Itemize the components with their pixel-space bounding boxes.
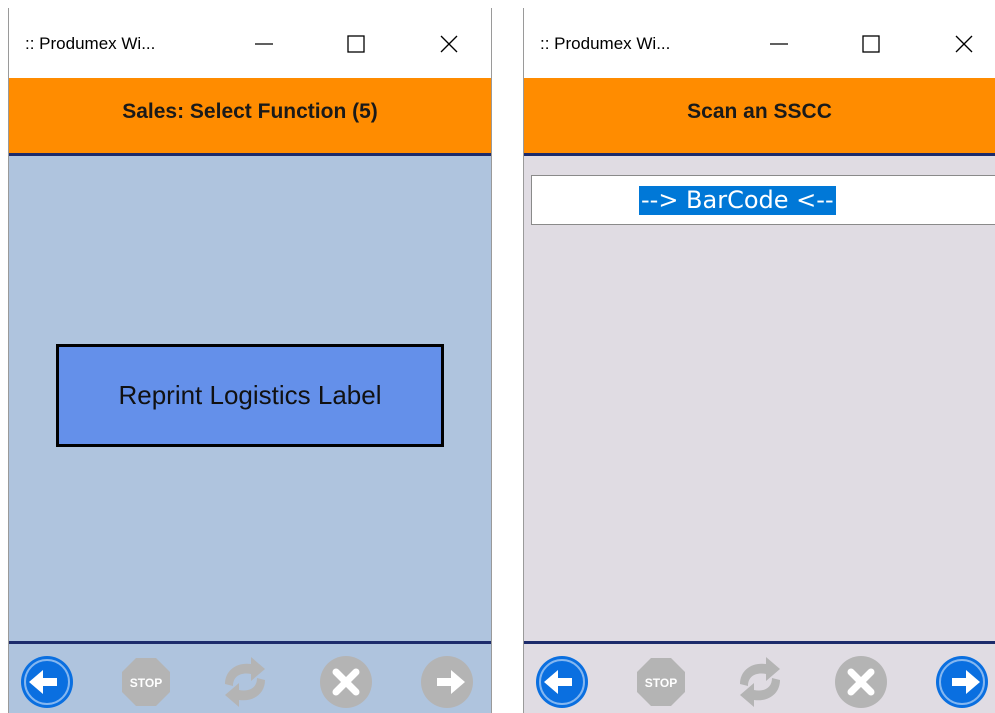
stop-icon-label: STOP <box>130 676 162 690</box>
barcode-input-value: --> BarCode <-- <box>639 186 836 215</box>
screen-header: Scan an SSCC <box>524 78 995 156</box>
maximize-icon <box>347 35 365 53</box>
close-button[interactable] <box>426 26 472 62</box>
cancel-icon <box>835 656 887 708</box>
barcode-input[interactable]: --> BarCode <-- <box>531 175 995 225</box>
title-bar: :: Produmex Wi... <box>9 8 491 78</box>
window-title: :: Produmex Wi... <box>25 34 156 53</box>
minimize-icon <box>255 43 273 45</box>
maximize-button[interactable] <box>848 26 894 62</box>
screen-title: Sales: Select Function (5) <box>122 100 378 123</box>
refresh-button[interactable] <box>217 654 273 710</box>
screen-header: Sales: Select Function (5) <box>9 78 491 156</box>
scan-area <box>524 156 995 641</box>
refresh-icon <box>740 657 780 707</box>
stop-button[interactable]: STOP <box>633 654 689 710</box>
window-title: :: Produmex Wi... <box>540 34 671 53</box>
title-bar: :: Produmex Wi... <box>524 8 995 78</box>
refresh-button[interactable] <box>732 654 788 710</box>
next-button[interactable] <box>419 654 475 710</box>
cancel-button[interactable] <box>833 654 889 710</box>
close-icon <box>440 35 458 53</box>
next-button[interactable] <box>934 654 990 710</box>
stop-icon: STOP <box>122 658 170 706</box>
back-arrow-icon <box>536 656 588 708</box>
refresh-icon <box>225 657 265 707</box>
maximize-icon <box>862 35 880 53</box>
stop-icon: STOP <box>637 658 685 706</box>
close-icon <box>955 35 973 53</box>
reprint-logistics-label-button[interactable]: Reprint Logistics Label <box>56 344 444 447</box>
minimize-button[interactable] <box>241 26 287 62</box>
next-arrow-icon <box>421 656 473 708</box>
window-gap <box>492 0 523 713</box>
nav-footer: STOP <box>9 641 491 713</box>
screen-title: Scan an SSCC <box>687 100 832 123</box>
cancel-icon <box>320 656 372 708</box>
next-arrow-icon <box>936 656 988 708</box>
left-app-window: :: Produmex Wi... Sales: Select Function… <box>8 8 492 713</box>
minimize-icon <box>770 43 788 45</box>
stop-icon-label: STOP <box>645 676 677 690</box>
back-button[interactable] <box>534 654 590 710</box>
nav-footer: STOP <box>524 641 995 713</box>
stop-button[interactable]: STOP <box>118 654 174 710</box>
cancel-button[interactable] <box>318 654 374 710</box>
right-app-window: :: Produmex Wi... Scan an SSCC --> BarCo… <box>523 8 995 713</box>
back-button[interactable] <box>19 654 75 710</box>
close-button[interactable] <box>941 26 987 62</box>
minimize-button[interactable] <box>756 26 802 62</box>
maximize-button[interactable] <box>333 26 379 62</box>
back-arrow-icon <box>21 656 73 708</box>
